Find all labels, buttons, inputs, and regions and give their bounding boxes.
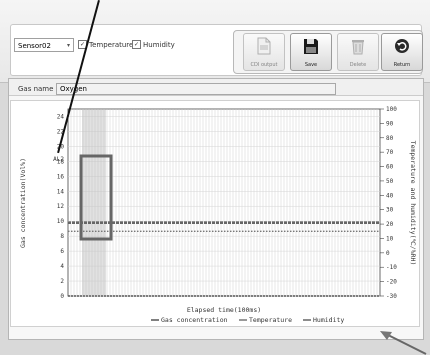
- pointer-arrow-icon: [380, 331, 427, 355]
- legend-label: Gas concentration: [161, 316, 228, 324]
- alarm-label: AL2: [53, 156, 64, 163]
- right-tick-label: 80: [386, 135, 394, 142]
- left-tick-label: 0: [60, 293, 64, 300]
- return-label: Return: [393, 62, 411, 68]
- delete-label: Delete: [349, 62, 367, 68]
- trash-bin-icon: [352, 40, 364, 55]
- right-tick-label: -20: [386, 279, 397, 286]
- left-tick-label: 16: [57, 173, 65, 180]
- cdi-output-button[interactable]: CDI output: [243, 33, 285, 71]
- left-tick-label: 24: [57, 113, 65, 120]
- right-tick-label: 90: [386, 120, 394, 127]
- return-arrow-icon: [395, 39, 409, 53]
- y-axis-label-left: Gas concentration(Vol%): [19, 158, 27, 248]
- right-tick-label: 40: [386, 192, 394, 199]
- save-button[interactable]: Save: [290, 33, 332, 71]
- right-tick-label: -30: [386, 293, 397, 300]
- right-tick-label: 70: [386, 149, 394, 156]
- right-tick-label: 60: [386, 164, 394, 171]
- x-axis-label: Elapsed time(100ms): [187, 306, 261, 314]
- sensor-select-value: Sensor02: [18, 42, 51, 50]
- cdi-output-label: CDI output: [250, 62, 278, 68]
- humidity-label: Humidity: [143, 40, 175, 49]
- gas-chart: 242220181614121086420 100908070605040302…: [19, 106, 417, 324]
- gas-name-label: Gas name: [18, 85, 54, 93]
- right-tick-label: 20: [386, 221, 394, 228]
- chevron-down-icon: ▾: [66, 42, 70, 49]
- right-tick-label: 50: [386, 178, 394, 185]
- right-tick-label: 100: [386, 106, 397, 113]
- legend-label: Humidity: [313, 316, 344, 324]
- right-tick-label: 30: [386, 207, 394, 214]
- chart-legend: Gas concentration Temperature Humidity: [151, 316, 344, 324]
- legend-label: Temperature: [249, 316, 292, 324]
- right-tick-label: -10: [386, 264, 397, 271]
- sensor-select[interactable]: Sensor02 ▾: [14, 38, 74, 52]
- left-tick-label: 8: [60, 233, 64, 240]
- right-axis-ticks: 1009080706050403020100-10-20-30: [380, 106, 397, 300]
- csv-file-icon: [257, 37, 271, 55]
- left-tick-label: 10: [57, 218, 65, 225]
- left-tick-label: 12: [57, 203, 65, 210]
- left-tick-label: 14: [57, 188, 65, 195]
- humidity-checkbox[interactable]: ✓ Humidity: [132, 40, 175, 49]
- delete-button[interactable]: Delete: [337, 33, 379, 71]
- left-tick-label: 2: [60, 278, 64, 285]
- y-axis-label-right: Temperature and humidity(℃/%RH): [409, 141, 417, 266]
- gas-name-field: Oxygen: [56, 83, 336, 95]
- checkmark-icon: ✓: [132, 40, 141, 49]
- left-tick-label: 4: [60, 263, 64, 270]
- chart-area: 242220181614121086420 100908070605040302…: [10, 100, 420, 327]
- save-label: Save: [304, 62, 318, 68]
- floppy-disk-icon: [304, 39, 318, 54]
- alarm-time-band: [82, 110, 106, 295]
- right-tick-label: 0: [386, 250, 390, 257]
- right-tick-label: 10: [386, 235, 394, 242]
- left-tick-label: 6: [60, 248, 64, 255]
- return-button[interactable]: Return: [381, 33, 423, 71]
- temperature-label: Temperature: [89, 40, 134, 49]
